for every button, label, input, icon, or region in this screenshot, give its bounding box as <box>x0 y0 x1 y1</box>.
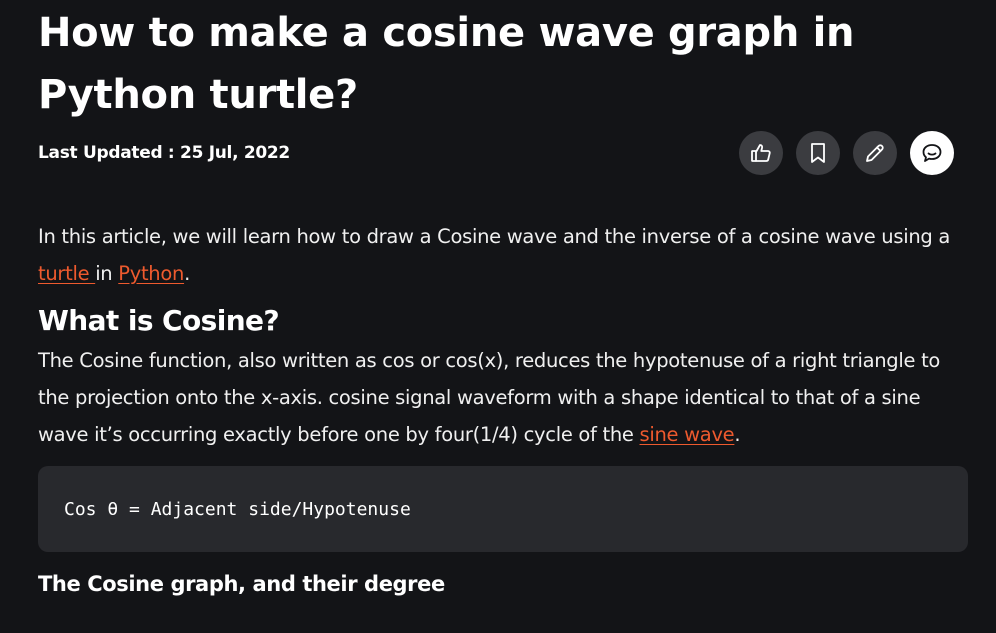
section-text-end: . <box>734 423 741 446</box>
comment-icon <box>922 144 942 162</box>
article-meta: Last Updated : 25 Jul, 2022 <box>38 131 954 175</box>
section-text: The Cosine function, also written as cos… <box>38 349 941 446</box>
article-title: How to make a cosine wave graph in Pytho… <box>38 10 855 118</box>
article-body: In this article, we will learn how to dr… <box>38 218 968 601</box>
intro-text-middle: in <box>95 262 119 285</box>
code-text: Cos θ = Adjacent side/Hypotenuse <box>64 498 411 520</box>
intro-paragraph: In this article, we will learn how to dr… <box>38 218 966 292</box>
intro-text-end: . <box>184 262 190 285</box>
intro-text: In this article, we will learn how to dr… <box>38 225 951 248</box>
comment-button[interactable] <box>910 131 954 175</box>
article-actions <box>739 131 954 175</box>
sine-wave-link[interactable]: sine wave <box>640 423 735 446</box>
edit-button[interactable] <box>853 131 897 175</box>
code-block[interactable]: Cos θ = Adjacent side/Hypotenuse <box>38 466 968 552</box>
python-link[interactable]: Python <box>118 262 184 285</box>
like-button[interactable] <box>739 131 783 175</box>
pencil-icon <box>866 144 884 162</box>
section-paragraph: The Cosine function, also written as cos… <box>38 342 966 453</box>
article-page: How to make a cosine wave graph in Pytho… <box>0 0 996 633</box>
bookmark-icon <box>811 143 825 163</box>
section-heading: What is Cosine? <box>38 304 280 337</box>
last-updated-date: Last Updated : 25 Jul, 2022 <box>38 143 290 163</box>
subheading: The Cosine graph, and their degree <box>38 572 445 596</box>
thumbs-up-icon <box>751 144 771 162</box>
bookmark-button[interactable] <box>796 131 840 175</box>
turtle-link[interactable]: turtle <box>38 262 95 285</box>
